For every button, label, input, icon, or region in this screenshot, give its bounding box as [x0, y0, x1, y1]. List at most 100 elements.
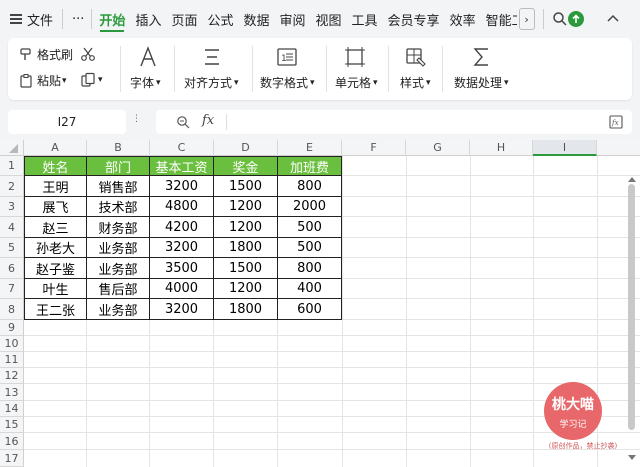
- tab-tools[interactable]: 工具: [347, 0, 383, 38]
- cell-button[interactable]: 单元格 ▾: [335, 74, 378, 91]
- file-menu[interactable]: 文件: [0, 0, 58, 38]
- select-all-corner[interactable]: [0, 140, 24, 156]
- column-header-c[interactable]: C: [150, 140, 214, 156]
- table-cell[interactable]: 财务部: [87, 217, 150, 238]
- tab-home[interactable]: 开始: [94, 0, 130, 38]
- table-cell[interactable]: 1800: [214, 299, 278, 320]
- table-cell[interactable]: 1500: [214, 258, 278, 279]
- tab-view[interactable]: 视图: [311, 0, 347, 38]
- table-cell[interactable]: 4000: [150, 279, 214, 299]
- row-header-17[interactable]: 17: [0, 450, 24, 467]
- table-cell[interactable]: 3200: [150, 238, 214, 258]
- formula-input[interactable]: fx fx: [156, 110, 632, 134]
- table-cell[interactable]: 1800: [214, 238, 278, 258]
- data-process-button[interactable]: 数据处理 ▾: [454, 74, 509, 91]
- tab-formula[interactable]: 公式: [202, 0, 238, 38]
- table-cell[interactable]: 3500: [150, 258, 214, 279]
- row-header-4[interactable]: 4: [0, 217, 24, 238]
- table-cell[interactable]: 3200: [150, 299, 214, 320]
- more-menu[interactable]: ···: [67, 0, 89, 38]
- name-box-dropdown-icon[interactable]: ⋮: [132, 114, 141, 124]
- table-cell[interactable]: 王明: [25, 176, 87, 197]
- table-cell[interactable]: 500: [278, 238, 342, 258]
- column-header-f[interactable]: F: [342, 140, 406, 156]
- row-header-15[interactable]: 15: [0, 417, 24, 433]
- table-cell[interactable]: 业务部: [87, 299, 150, 320]
- paste-button[interactable]: 粘贴 ▾: [18, 72, 67, 89]
- column-header-a[interactable]: A: [24, 140, 87, 156]
- table-header-cell[interactable]: 奖金: [214, 157, 278, 176]
- tab-review[interactable]: 审阅: [275, 0, 311, 38]
- table-cell[interactable]: 叶生: [25, 279, 87, 299]
- table-cell[interactable]: 销售部: [87, 176, 150, 197]
- table-cell[interactable]: 孙老大: [25, 238, 87, 258]
- row-header-12[interactable]: 12: [0, 368, 24, 384]
- column-header-d[interactable]: D: [214, 140, 278, 156]
- table-cell[interactable]: 1200: [214, 197, 278, 217]
- font-button[interactable]: 字体 ▾: [130, 74, 161, 91]
- row-header-11[interactable]: 11: [0, 352, 24, 368]
- tabs-scroll-right-button[interactable]: ›: [518, 8, 535, 30]
- tab-page[interactable]: 页面: [166, 0, 202, 38]
- function-icon[interactable]: fx: [202, 113, 214, 128]
- table-header-cell[interactable]: 部门: [87, 157, 150, 176]
- row-header-5[interactable]: 5: [0, 238, 24, 258]
- table-cell[interactable]: 赵子鉴: [25, 258, 87, 279]
- table-cell[interactable]: 1200: [214, 279, 278, 299]
- table-header-cell[interactable]: 姓名: [25, 157, 87, 176]
- tab-data[interactable]: 数据: [238, 0, 274, 38]
- name-box[interactable]: I27: [8, 110, 126, 134]
- table-cell[interactable]: 800: [278, 176, 342, 197]
- column-header-h[interactable]: H: [470, 140, 533, 156]
- row-header-9[interactable]: 9: [0, 320, 24, 336]
- search-icon[interactable]: [552, 11, 568, 27]
- table-cell[interactable]: 4800: [150, 197, 214, 217]
- column-header-b[interactable]: B: [87, 140, 150, 156]
- formula-expand-icon[interactable]: fx: [608, 114, 624, 130]
- row-header-3[interactable]: 3: [0, 197, 24, 217]
- align-button[interactable]: 对齐方式 ▾: [184, 74, 239, 91]
- table-cell[interactable]: 3200: [150, 176, 214, 197]
- style-button[interactable]: 样式 ▾: [400, 74, 431, 91]
- table-cell[interactable]: 1500: [214, 176, 278, 197]
- cloud-upload-icon[interactable]: [567, 10, 585, 28]
- tab-insert[interactable]: 插入: [130, 0, 166, 38]
- number-format-button[interactable]: 数字格式 ▾: [260, 74, 315, 91]
- column-header-i[interactable]: I: [533, 140, 597, 156]
- expand-ribbon-icon[interactable]: [605, 11, 621, 27]
- table-cell[interactable]: 展飞: [25, 197, 87, 217]
- copy-button[interactable]: ▾: [80, 72, 103, 88]
- row-header-13[interactable]: 13: [0, 384, 24, 401]
- row-header-10[interactable]: 10: [0, 336, 24, 352]
- table-cell[interactable]: 1200: [214, 217, 278, 238]
- table-cell[interactable]: 600: [278, 299, 342, 320]
- column-header-e[interactable]: E: [278, 140, 342, 156]
- table-header-cell[interactable]: 基本工资: [150, 157, 214, 176]
- format-painter-button[interactable]: 格式刷: [18, 46, 73, 63]
- row-header-6[interactable]: 6: [0, 258, 24, 279]
- row-header-2[interactable]: 2: [0, 176, 24, 197]
- table-cell[interactable]: 赵三: [25, 217, 87, 238]
- cut-button[interactable]: [80, 46, 96, 62]
- row-header-16[interactable]: 16: [0, 433, 24, 450]
- table-cell[interactable]: 售后部: [87, 279, 150, 299]
- table-cell[interactable]: 业务部: [87, 238, 150, 258]
- table-header-cell[interactable]: 加班费: [278, 157, 342, 176]
- column-header-g[interactable]: G: [406, 140, 470, 156]
- scroll-up-icon[interactable]: [628, 169, 636, 182]
- row-header-14[interactable]: 14: [0, 401, 24, 417]
- tab-member[interactable]: 会员专享: [383, 0, 445, 38]
- table-cell[interactable]: 2000: [278, 197, 342, 217]
- table-cell[interactable]: 技术部: [87, 197, 150, 217]
- tab-efficiency[interactable]: 效率: [445, 0, 481, 38]
- table-cell[interactable]: 400: [278, 279, 342, 299]
- scrollbar-thumb[interactable]: [628, 184, 635, 430]
- zoom-icon[interactable]: [176, 114, 190, 129]
- table-cell[interactable]: 4200: [150, 217, 214, 238]
- row-header-8[interactable]: 8: [0, 299, 24, 320]
- tab-smart-tools[interactable]: 智能工: [481, 0, 517, 38]
- table-cell[interactable]: 业务部: [87, 258, 150, 279]
- row-header-1[interactable]: 1: [0, 156, 24, 176]
- row-header-7[interactable]: 7: [0, 279, 24, 299]
- table-cell[interactable]: 王二张: [25, 299, 87, 320]
